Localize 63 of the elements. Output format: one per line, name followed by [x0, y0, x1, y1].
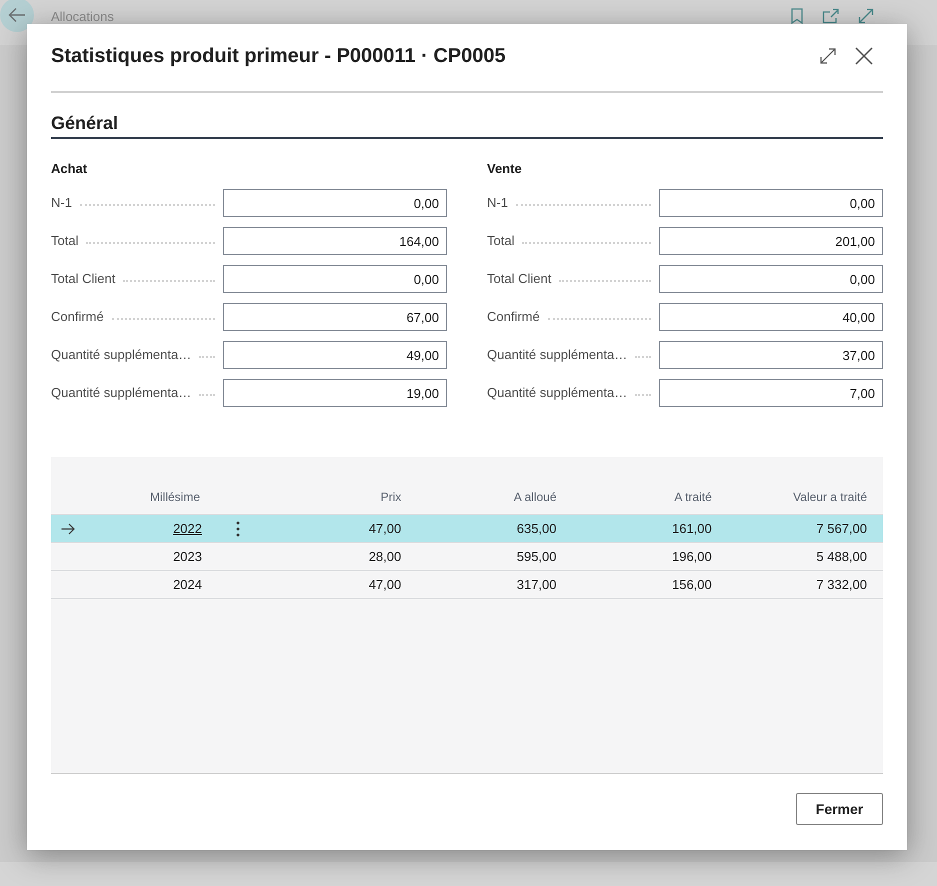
back-button[interactable]	[0, 0, 34, 32]
section-title: Général	[51, 112, 118, 135]
value-field[interactable]: 37,00	[659, 341, 883, 369]
expand-icon[interactable]	[820, 48, 836, 64]
value-field[interactable]: 0,00	[659, 189, 883, 217]
field-label: Quantité supplémenta…	[487, 346, 628, 364]
close-button[interactable]: Fermer	[796, 793, 883, 825]
field-label: Total	[487, 232, 514, 250]
table-cell: 161,00	[672, 520, 712, 538]
value-field[interactable]: 40,00	[659, 303, 883, 331]
table-cell: 2023	[173, 548, 202, 566]
table-row[interactable]: 2022 47,00 635,00 161,00 7 567,00	[51, 514, 883, 542]
dotted-leader	[635, 394, 651, 396]
value-field[interactable]: 0,00	[659, 265, 883, 293]
column-header: A traité	[674, 489, 712, 505]
value-field[interactable]: 19,00	[223, 379, 447, 407]
field-label: N-1	[51, 194, 72, 212]
column-header: Valeur a traité	[793, 489, 867, 505]
dotted-leader	[635, 356, 651, 358]
table-cell: 196,00	[672, 548, 712, 566]
open-in-new-window-icon[interactable]	[822, 8, 839, 24]
field-label: Confirmé	[487, 308, 540, 326]
field-label: Quantité supplémenta…	[487, 384, 628, 402]
column-header: Millésime	[150, 489, 200, 505]
table-cell: 595,00	[516, 548, 556, 566]
value-field[interactable]: 0,00	[223, 189, 447, 217]
table-cell: 28,00	[368, 548, 402, 566]
field-label: Quantité supplémenta…	[51, 384, 192, 402]
table-cell: 47,00	[368, 576, 402, 594]
table-cell: 156,00	[672, 576, 712, 594]
vertical-ellipsis-icon[interactable]	[236, 520, 240, 536]
field-label: Total Client	[487, 270, 552, 288]
arrow-left-icon	[8, 7, 26, 23]
column-header: Prix	[380, 489, 402, 505]
group-title: Vente	[487, 160, 522, 178]
column-header: A alloué	[514, 489, 556, 505]
field-label: Total	[51, 232, 78, 250]
arrow-right-icon	[61, 522, 75, 534]
field-label: Total Client	[51, 270, 116, 288]
value-field[interactable]: 7,00	[659, 379, 883, 407]
value-field[interactable]: 201,00	[659, 227, 883, 255]
close-icon[interactable]	[855, 47, 873, 65]
table-cell: 7 332,00	[816, 576, 867, 594]
field-label: Quantité supplémenta…	[51, 346, 192, 364]
value-field[interactable]: 0,00	[223, 265, 447, 293]
dotted-leader	[199, 356, 215, 358]
table-cell: 47,00	[368, 520, 402, 538]
row-link[interactable]: 2022	[173, 520, 202, 538]
value-field[interactable]: 49,00	[223, 341, 447, 369]
dialog-title: Statistiques produit primeur - P000011 · CP0005	[51, 44, 506, 69]
table-cell: 5 488,00	[816, 548, 867, 566]
page-title: Allocations	[51, 8, 114, 26]
value-field[interactable]: 164,00	[223, 227, 447, 255]
table-cell: 2024	[173, 576, 202, 594]
field-label: N-1	[487, 194, 508, 212]
field-label: Confirmé	[51, 308, 104, 326]
table-cell: 317,00	[516, 576, 556, 594]
bookmark-icon[interactable]	[791, 8, 803, 24]
table-cell: 7 567,00	[816, 520, 867, 538]
group-title: Achat	[51, 160, 88, 178]
value-field[interactable]: 67,00	[223, 303, 447, 331]
dotted-leader	[199, 394, 215, 396]
table-cell: 635,00	[516, 520, 556, 538]
